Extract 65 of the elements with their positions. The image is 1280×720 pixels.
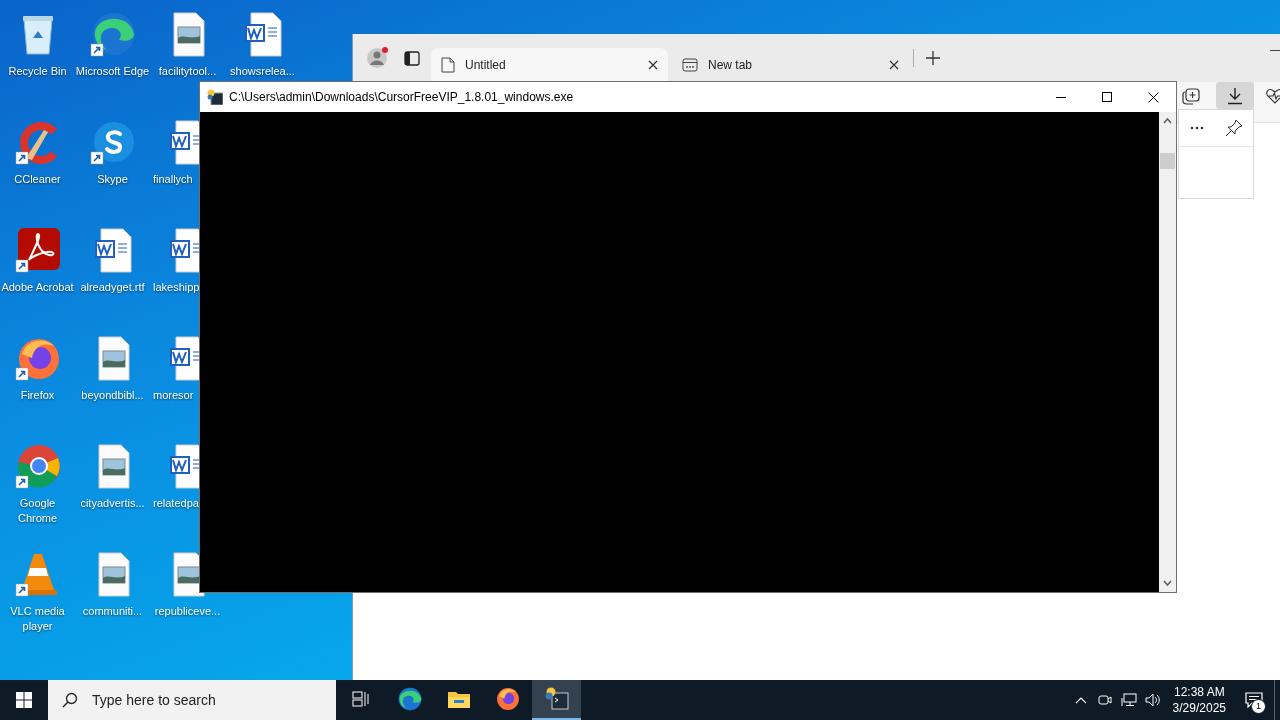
desktop-icon-label[interactable]: showsrelea...: [230, 64, 295, 79]
minimize-icon: [1056, 96, 1066, 98]
desktop-icon-label[interactable]: moresor: [150, 388, 194, 403]
heart-pulse-icon: [1266, 87, 1280, 104]
scrollbar-thumb[interactable]: [1160, 153, 1175, 169]
desktop-icon-label[interactable]: alreadyget.rtf: [80, 280, 145, 295]
message-icon: [1245, 692, 1263, 708]
desktop-icon-label[interactable]: Adobe Acrobat: [1, 280, 74, 295]
python-console-icon: [207, 89, 223, 105]
profile-avatar-icon[interactable]: [367, 47, 389, 69]
downloads-button[interactable]: [1216, 82, 1254, 109]
windows-logo-icon: [16, 692, 32, 708]
network-icon[interactable]: [1120, 693, 1137, 707]
desktop-icon-label[interactable]: communiti...: [82, 604, 143, 619]
maximize-icon: [1102, 92, 1112, 102]
chevron-up-icon[interactable]: [1074, 696, 1087, 704]
search-box[interactable]: Type here to search: [48, 680, 336, 720]
search-icon: [62, 692, 78, 708]
folder-icon: [446, 689, 471, 709]
python-console-icon: [544, 687, 569, 711]
minimize-icon[interactable]: [1270, 50, 1280, 52]
collections-icon: [1182, 86, 1200, 105]
desktop-icon-label[interactable]: finallych: [150, 172, 193, 187]
desktop-icon-label[interactable]: Skype: [97, 172, 128, 187]
tab-title: New tab: [708, 58, 754, 72]
vertical-tabs-icon[interactable]: [404, 50, 420, 66]
desktop-icon-label[interactable]: republiceve...: [154, 604, 221, 619]
window-title: C:\Users\admin\Downloads\CursorFreeVIP_1.8.01_windows.exe: [229, 90, 575, 104]
more-options-icon[interactable]: [1189, 126, 1204, 130]
clock-time: 12:38 AM: [1173, 684, 1225, 700]
task-view-icon: [351, 691, 370, 707]
volume-icon[interactable]: [1144, 693, 1161, 707]
tab-separator: [913, 49, 914, 67]
clock[interactable]: 12:38 AM 3/29/2025: [1164, 684, 1234, 716]
camera-icon[interactable]: [1097, 693, 1112, 707]
clock-date: 3/29/2025: [1172, 700, 1226, 716]
desktop-icon-label[interactable]: facilitytool...: [158, 64, 217, 79]
close-icon[interactable]: [648, 60, 658, 70]
tab-title: Untitled: [465, 58, 507, 72]
download-icon: [1227, 86, 1243, 105]
notifications-button[interactable]: 1: [1234, 680, 1274, 720]
notification-count: 1: [1251, 699, 1266, 714]
search-field[interactable]: Type here to search: [90, 691, 314, 709]
desktop-icon-label[interactable]: cityadvertis...: [80, 496, 145, 511]
close-icon: [1147, 91, 1159, 103]
desktop-icon-label[interactable]: Microsoft Edge: [75, 64, 150, 79]
desktop-icon-label[interactable]: Firefox: [20, 388, 55, 403]
desktop-icon-label[interactable]: Google Chrome: [0, 496, 75, 526]
close-icon[interactable]: [889, 60, 899, 70]
browser-tab[interactable]: New tab: [672, 48, 909, 82]
desktop-icon-label[interactable]: CCleaner: [14, 172, 61, 187]
scrollbar[interactable]: [1159, 112, 1176, 592]
firefox-icon: [494, 686, 521, 712]
new-tab-page-icon: [682, 58, 698, 72]
page-icon: [441, 57, 455, 73]
edge-icon: [396, 686, 423, 712]
pin-icon[interactable]: [1224, 119, 1243, 137]
desktop-icon-label[interactable]: VLC media player: [0, 604, 75, 634]
taskbar-app-button[interactable]: [532, 680, 581, 720]
desktop-icon-label[interactable]: Recycle Bin: [8, 64, 67, 79]
desktop-icon-label[interactable]: relatedpa: [150, 496, 199, 511]
browser-tab[interactable]: Untitled: [431, 48, 668, 82]
new-tab-icon[interactable]: [926, 51, 940, 65]
desktop-icon-label[interactable]: beyondbibl...: [81, 388, 144, 403]
desktop-icon-label[interactable]: lakeshipp: [150, 280, 200, 295]
